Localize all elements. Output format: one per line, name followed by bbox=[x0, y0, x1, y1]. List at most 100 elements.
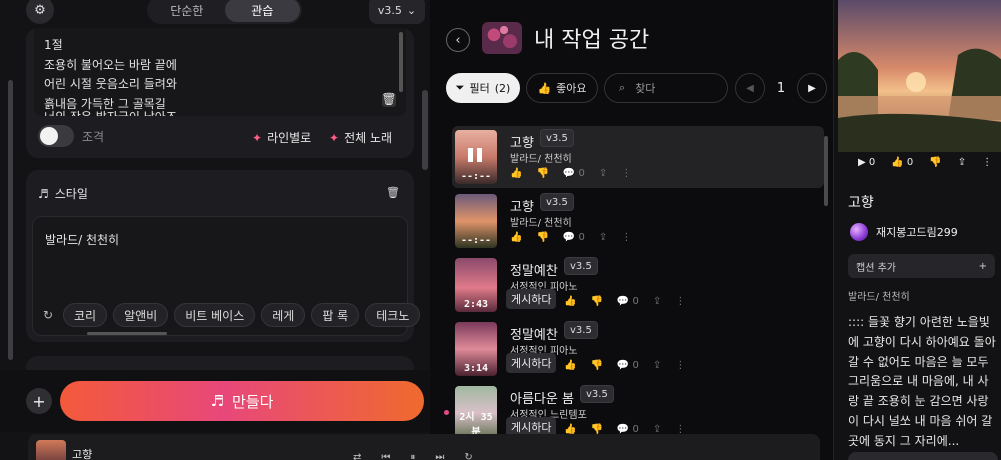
lyrics-line: 너의 작은 발자국이 남아즈 bbox=[44, 108, 396, 116]
publish-button[interactable]: 게시하다 bbox=[506, 289, 557, 309]
filter-button[interactable]: ⏷ 필터 (2) bbox=[446, 73, 520, 103]
back-button[interactable]: ‹ bbox=[446, 28, 470, 52]
share-icon[interactable]: ⇪ bbox=[653, 360, 661, 371]
song-thumbnail[interactable]: 3:14 bbox=[455, 322, 497, 376]
by-line-button[interactable]: ✦ 라인별로 bbox=[252, 129, 311, 146]
song-list-scrollbar[interactable] bbox=[824, 128, 830, 428]
more-icon[interactable]: ⋮ bbox=[675, 360, 685, 371]
thumbs-down-icon[interactable]: 👎 bbox=[536, 232, 548, 243]
song-thumbnail[interactable]: --:-- bbox=[455, 130, 497, 184]
style-tag[interactable]: 코리 bbox=[63, 303, 108, 327]
style-input[interactable]: 발라드/ 천천히 ↻ 코리 알앤비 비트 베이스 레게 팝 록 테크노 bbox=[32, 216, 421, 336]
search-input[interactable]: ⌕ 찾다 bbox=[604, 73, 728, 103]
column-scrollbar[interactable] bbox=[421, 90, 429, 360]
comment-icon[interactable]: 💬 0 bbox=[563, 168, 585, 179]
play-count[interactable]: ▶ 0 bbox=[858, 157, 875, 168]
tags-scrollbar[interactable] bbox=[87, 332, 167, 335]
style-tag[interactable]: 알앤비 bbox=[113, 303, 169, 327]
instrumental-toggle[interactable] bbox=[38, 125, 74, 147]
repeat-icon[interactable]: ↻ bbox=[464, 452, 472, 460]
thumbs-up-icon[interactable]: 👍 bbox=[510, 232, 522, 243]
full-song-button[interactable]: ✦ 전체 노래 bbox=[329, 129, 392, 146]
left-scrollbar[interactable] bbox=[6, 24, 14, 360]
pause-icon[interactable] bbox=[468, 148, 484, 164]
cover-image bbox=[838, 0, 1001, 152]
version-select[interactable]: v3.5 ⌄ bbox=[369, 0, 425, 24]
comment-count: 0 bbox=[632, 296, 639, 307]
shuffle-icon[interactable]: ⇄ bbox=[353, 452, 361, 460]
instrumental-toggle-row: 조격 bbox=[38, 125, 104, 147]
song-row[interactable]: --:-- 고향 v3.5 발라드/ 천천히 👍 👎 💬 0 ⇪ ⋮ bbox=[452, 190, 824, 252]
style-text: 발라드/ 천천히 bbox=[45, 233, 120, 247]
share-icon[interactable]: ⇪ bbox=[599, 168, 607, 179]
thumbs-down-icon[interactable]: 👎 bbox=[590, 296, 602, 307]
lyrics-line: 조용히 불어오는 바람 끝에 bbox=[44, 57, 177, 72]
refresh-icon[interactable]: ↻ bbox=[39, 308, 57, 322]
style-tag[interactable]: 팝 록 bbox=[311, 303, 360, 327]
instrumental-label: 조격 bbox=[82, 129, 105, 144]
song-title[interactable]: 고향 bbox=[510, 196, 534, 215]
thumbs-up-icon[interactable]: 👍 bbox=[510, 168, 522, 179]
likes-filter-button[interactable]: 👍 좋아요 bbox=[526, 73, 598, 103]
song-thumbnail[interactable]: 2:43 bbox=[455, 258, 497, 312]
next-page-button[interactable]: ▶ bbox=[797, 73, 827, 103]
style-tag[interactable]: 테크노 bbox=[365, 303, 421, 327]
thumbs-down-icon[interactable]: 👎 bbox=[929, 157, 941, 168]
add-button[interactable]: + bbox=[26, 388, 52, 414]
thumbs-up-icon[interactable]: 👍 bbox=[564, 296, 576, 307]
mode-toggle[interactable]: 단순한 관습 bbox=[147, 0, 302, 24]
thumbs-up-icon: 👍 bbox=[537, 81, 552, 95]
version-badge: v3.5 bbox=[580, 385, 614, 403]
style-tag[interactable]: 레게 bbox=[261, 303, 306, 327]
comment-icon[interactable]: 💬 0 bbox=[617, 360, 639, 371]
trash-icon[interactable]: 🗑 bbox=[381, 92, 397, 107]
lyrics-card: 1절 조용히 불어오는 바람 끝에 어린 시절 웃음소리 들려와 흙내음 가득한… bbox=[26, 28, 414, 158]
next-icon[interactable]: ⏭ bbox=[435, 452, 444, 460]
more-icon[interactable]: ⋮ bbox=[621, 168, 631, 179]
pause-icon[interactable]: ⏸ bbox=[410, 452, 415, 460]
song-row[interactable]: 2시 35분 아름다운 봄 v3.5 서정적인 느린템포 게시하다 👍 👎 💬 0 ⇪ ⋮ bbox=[452, 382, 824, 436]
song-row[interactable]: --:-- 고향 v3.5 발라드/ 천천히 👍 👎 💬 0 ⇪ ⋮ bbox=[452, 126, 824, 188]
create-button[interactable]: ♬ 만들다 bbox=[60, 381, 424, 421]
settings-button[interactable]: ⚙ bbox=[26, 0, 54, 24]
create-panel: ⚙ 단순한 관습 v3.5 ⌄ 1절 조용히 불어오는 바람 끝에 어린 시절 웃… bbox=[0, 0, 430, 460]
play-count-value: 0 bbox=[868, 157, 876, 168]
prev-page-button[interactable]: ◀ bbox=[735, 73, 765, 103]
lyrics-scrollbar[interactable] bbox=[398, 32, 404, 112]
trash-icon[interactable]: 🗑 bbox=[386, 186, 400, 199]
song-actions: 👍 👎 💬 0 ⇪ ⋮ bbox=[564, 296, 685, 307]
thumbs-up-icon[interactable]: 👍 bbox=[564, 360, 576, 371]
more-icon[interactable]: ⋮ bbox=[982, 157, 992, 168]
song-thumbnail[interactable]: --:-- bbox=[455, 194, 497, 248]
thumbs-down-icon[interactable]: 👎 bbox=[536, 168, 548, 179]
song-row[interactable]: 2:43 정말예찬 v3.5 서정적인 피아노 게시하다 👍 👎 💬 0 ⇪ ⋮ bbox=[452, 254, 824, 316]
style-tag[interactable]: 비트 베이스 bbox=[174, 303, 256, 327]
thumbs-down-icon[interactable]: 👎 bbox=[590, 360, 602, 371]
song-thumbnail[interactable]: 2시 35분 bbox=[455, 386, 497, 436]
comment-count: 0 bbox=[578, 168, 585, 179]
share-icon[interactable]: ⇪ bbox=[653, 296, 661, 307]
search-placeholder: 찾다 bbox=[635, 82, 656, 95]
comment-icon[interactable]: 💬 0 bbox=[563, 232, 585, 243]
lyrics-textarea[interactable]: 1절 조용히 불어오는 바람 끝에 어린 시절 웃음소리 들려와 흙내음 가득한… bbox=[34, 28, 406, 116]
previous-icon[interactable]: ⏮ bbox=[381, 452, 390, 460]
avatar bbox=[850, 223, 868, 241]
song-row[interactable]: 3:14 정말예찬 v3.5 서정적인 피아노 게시하다 👍 👎 💬 0 ⇪ ⋮ bbox=[452, 318, 824, 380]
more-icon[interactable]: ⋮ bbox=[675, 296, 685, 307]
song-author[interactable]: 재지봉고드림299 bbox=[850, 223, 958, 241]
song-title[interactable]: 아름다운 봄 bbox=[510, 388, 574, 407]
tab-custom[interactable]: 관습 bbox=[224, 0, 300, 22]
song-title[interactable]: 고향 bbox=[510, 132, 534, 151]
song-duration: 2:43 bbox=[463, 299, 489, 310]
more-icon[interactable]: ⋮ bbox=[621, 232, 631, 243]
song-title[interactable]: 정말예찬 bbox=[510, 260, 558, 279]
share-icon[interactable]: ⇪ bbox=[958, 157, 966, 168]
share-icon[interactable]: ⇪ bbox=[599, 232, 607, 243]
comment-icon[interactable]: 💬 0 bbox=[617, 296, 639, 307]
add-caption-button[interactable]: 캡션 추가 + bbox=[848, 254, 995, 278]
tab-simple[interactable]: 단순한 bbox=[149, 0, 225, 22]
publish-button[interactable]: 게시하다 bbox=[506, 353, 557, 373]
like-count[interactable]: 👍 0 bbox=[891, 157, 913, 168]
song-title[interactable]: 정말예찬 bbox=[510, 324, 558, 343]
sparkle-icon: ✦ bbox=[252, 130, 263, 145]
